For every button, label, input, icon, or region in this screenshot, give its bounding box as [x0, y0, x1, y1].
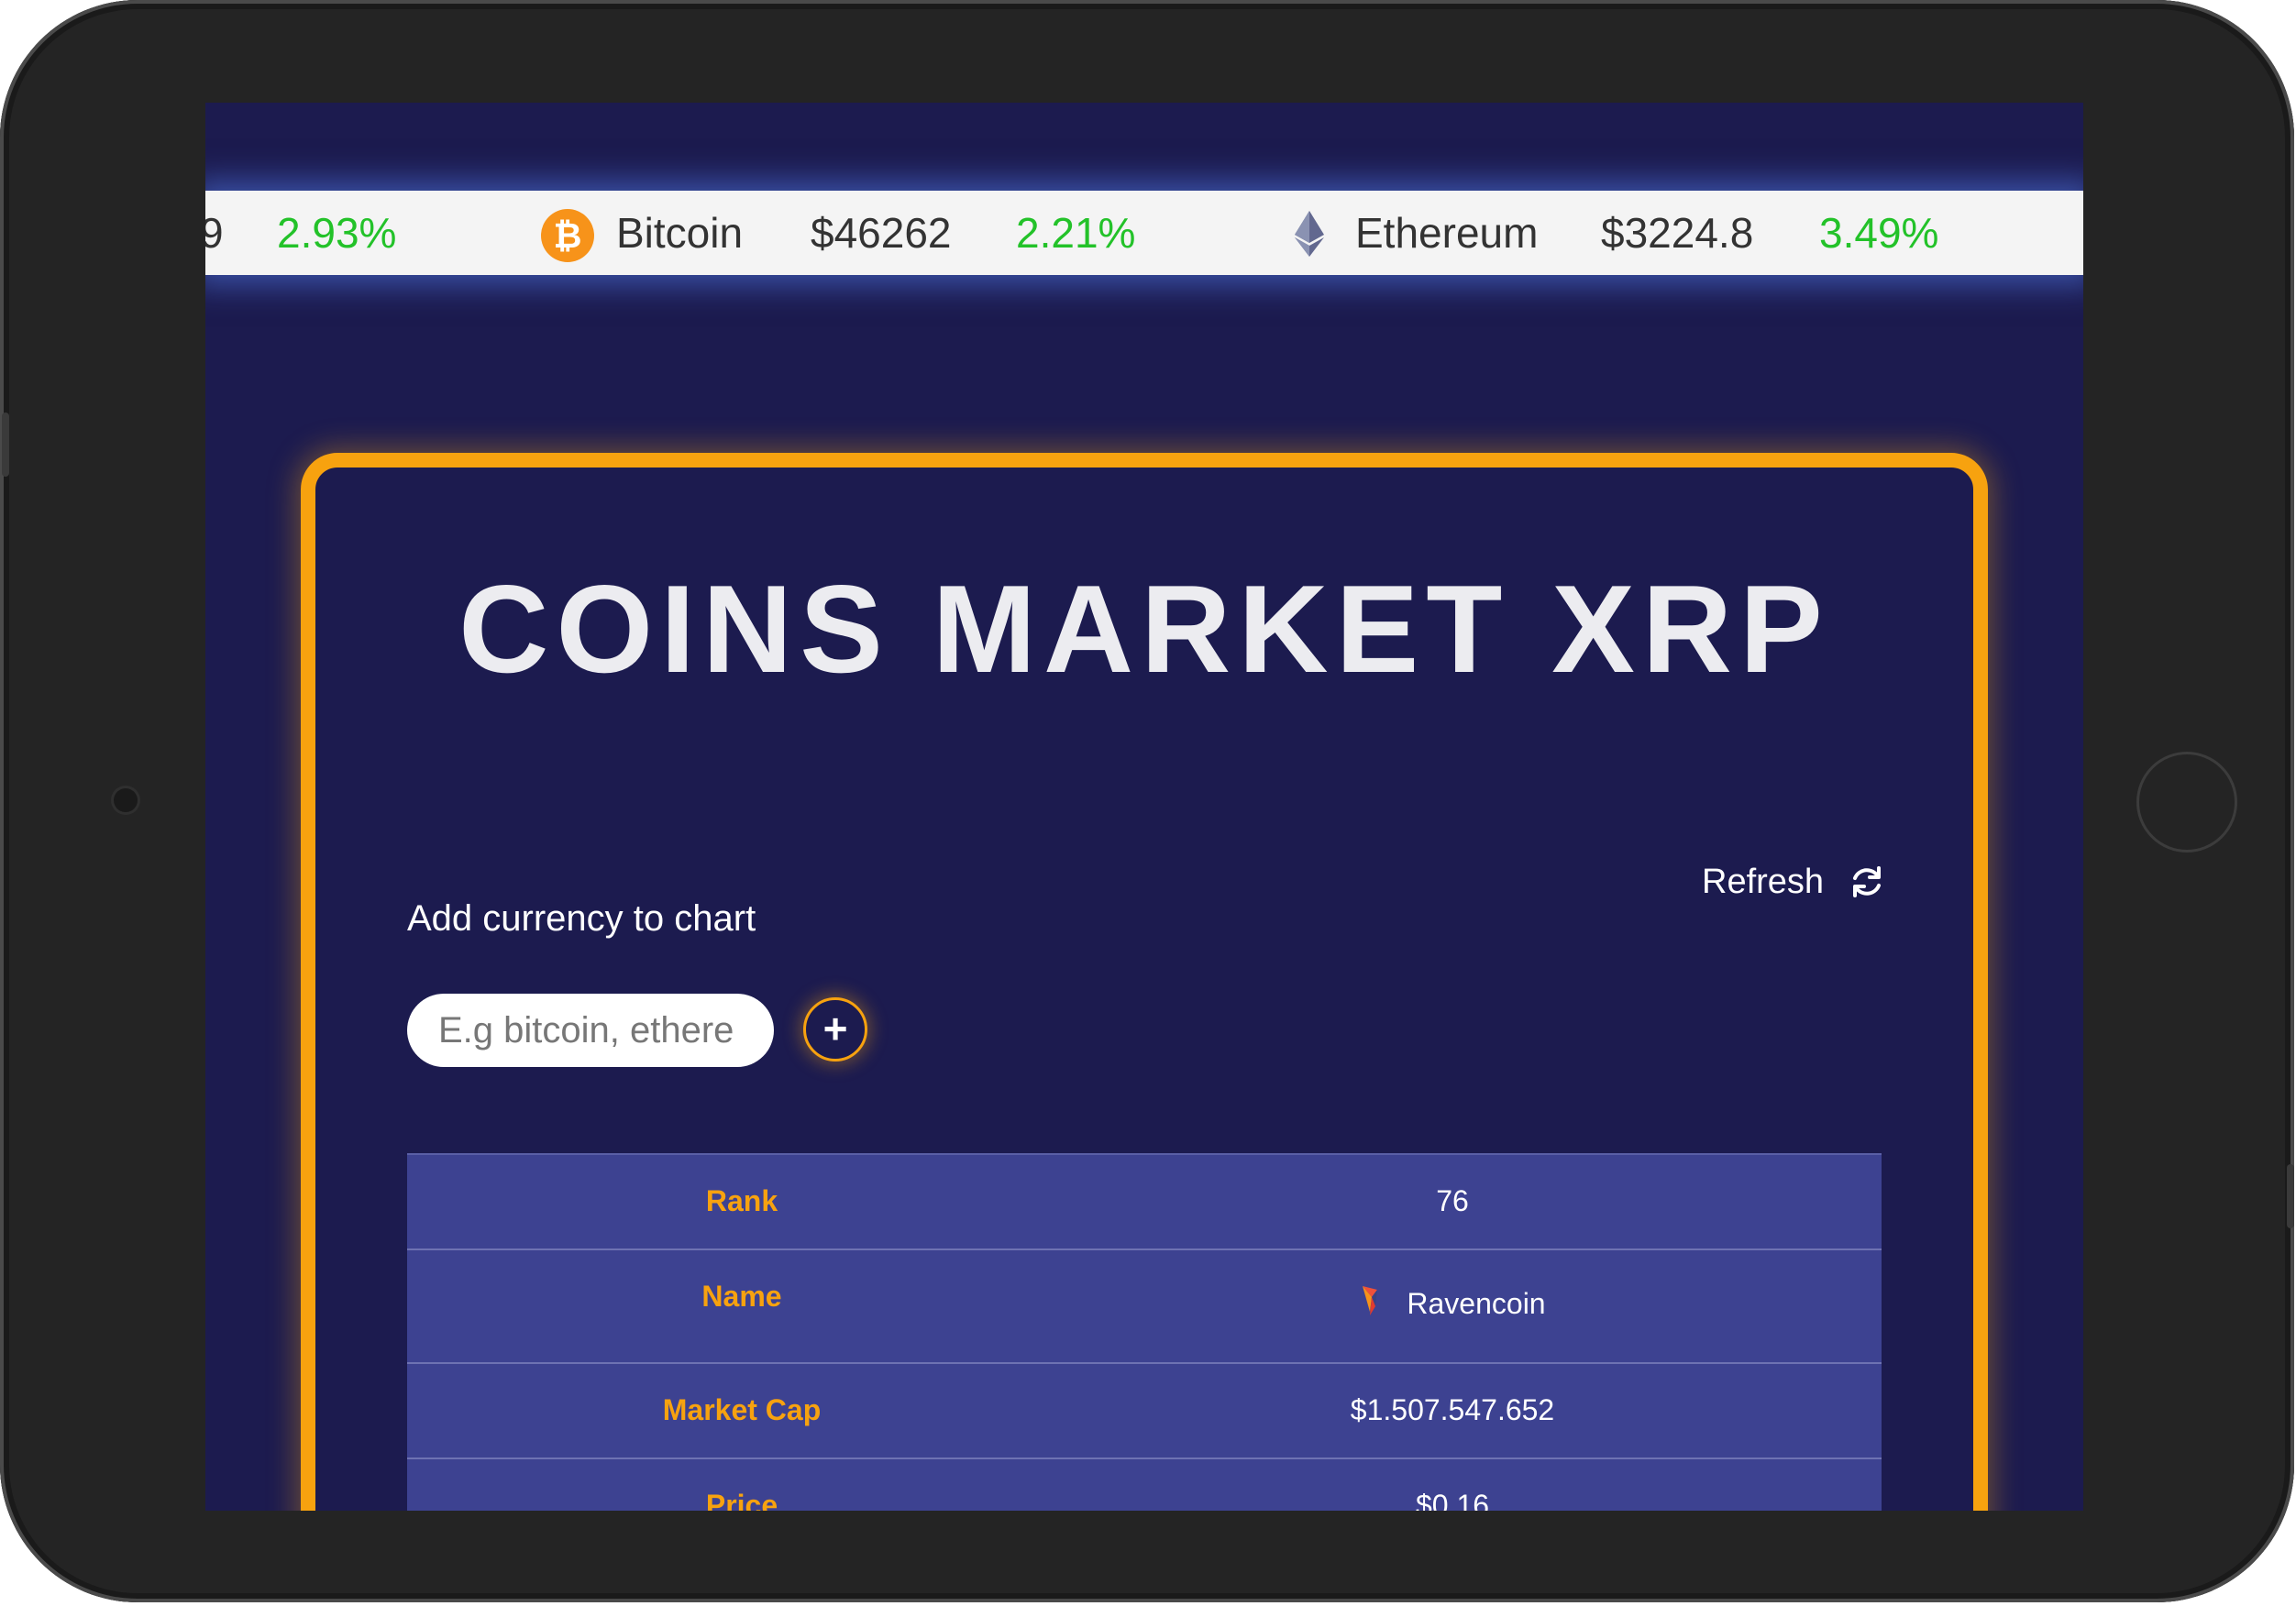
add-currency-label: Add currency to chart — [407, 898, 756, 939]
ticker-change: 3.49% — [1819, 209, 1939, 257]
bitcoin-icon: ₿ — [541, 209, 594, 262]
add-button[interactable]: + — [803, 997, 867, 1062]
camera-icon — [114, 788, 138, 812]
price-value: $0.16 — [1415, 1489, 1490, 1511]
ravencoin-icon — [1363, 1285, 1378, 1315]
market-cap-label: Market Cap — [662, 1393, 822, 1426]
ticker-name: Ethereum — [1355, 209, 1539, 257]
app-screen: 9 2.93% ₿ Bitcoin $46262 2.21% Ethereum … — [205, 103, 2083, 1511]
page-title: COINS MARKET XRP — [458, 559, 1830, 698]
home-button[interactable] — [2136, 752, 2237, 852]
ticker-change: 2.21% — [1016, 209, 1136, 257]
ticker-price: $46262 — [811, 209, 952, 257]
ticker-name: Bitcoin — [616, 209, 744, 257]
refresh-button[interactable]: Refresh — [1702, 854, 1824, 909]
ticker-price: $3224.8 — [1601, 209, 1754, 257]
coin-details-table: Rank 76 Name Ravencoin Market Cap $1.507… — [407, 1153, 1882, 1511]
side-button — [2, 412, 9, 477]
price-label: Price — [705, 1489, 778, 1511]
rank-label: Rank — [705, 1184, 778, 1217]
ethereum-icon — [1295, 211, 1324, 257]
side-button — [2287, 1164, 2294, 1228]
table-row: Rank 76 — [407, 1153, 1882, 1248]
refresh-icon[interactable] — [1849, 864, 1885, 900]
name-label: Name — [701, 1280, 782, 1313]
market-cap-value: $1.507.547.652 — [1350, 1393, 1555, 1426]
table-row: Name Ravencoin — [407, 1248, 1882, 1362]
table-row: Price $0.16 — [407, 1458, 1882, 1511]
price-ticker: 9 2.93% ₿ Bitcoin $46262 2.21% Ethereum … — [205, 191, 2083, 275]
ticker-change: 2.93% — [277, 209, 397, 257]
search-input[interactable] — [407, 994, 774, 1067]
coin-name: Ravencoin — [1407, 1287, 1546, 1320]
rank-value: 76 — [1436, 1184, 1469, 1217]
table-row: Market Cap $1.507.547.652 — [407, 1362, 1882, 1458]
tablet-frame: 9 2.93% ₿ Bitcoin $46262 2.21% Ethereum … — [0, 0, 2294, 1602]
name-value: Ravencoin — [1076, 1285, 1828, 1323]
ticker-fragment: 9 — [205, 209, 224, 257]
